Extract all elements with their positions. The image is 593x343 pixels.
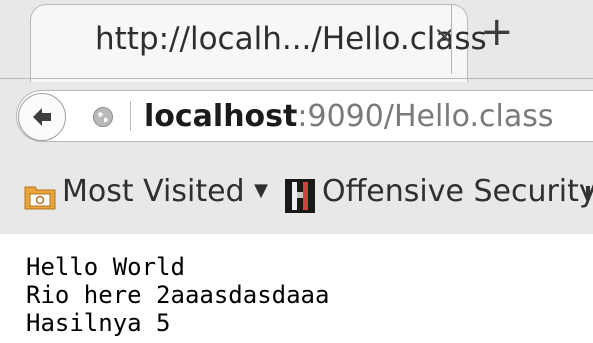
url-text[interactable]: localhost:9090/Hello.class — [144, 99, 553, 135]
tab-divider — [451, 4, 452, 74]
output-line: Hello World — [26, 253, 185, 281]
tab-active[interactable]: http://localh.../Hello.class × — [30, 4, 487, 82]
back-arrow-icon — [33, 108, 51, 126]
bookmark-offensive-security[interactable]: Offensive Security — [322, 174, 593, 210]
tab-title: http://localh.../Hello.class — [95, 21, 487, 57]
url-path: :9090/Hello.class — [297, 99, 554, 134]
url-host: localhost — [144, 99, 298, 134]
folder-icon — [24, 186, 56, 210]
close-tab-icon[interactable]: × — [433, 23, 456, 50]
bookmark-most-visited[interactable]: Most Visited ▼ — [62, 174, 268, 214]
chevron-down-icon: ▼ — [254, 180, 268, 201]
offsec-logo-icon — [285, 179, 315, 213]
bookmarks-overflow-icon[interactable] — [586, 186, 590, 200]
tabstrip-border — [0, 78, 593, 79]
bookmark-offensive-security-label: Offensive Security — [322, 174, 593, 209]
back-button[interactable] — [18, 93, 66, 141]
bookmark-most-visited-label: Most Visited — [62, 174, 245, 209]
url-separator — [130, 101, 131, 131]
globe-icon[interactable] — [92, 106, 114, 128]
page-content: Hello World Rio here 2aaasdasdaaa Hasiln… — [0, 234, 593, 343]
new-tab-icon[interactable]: + — [480, 12, 514, 52]
output-line: Rio here 2aaasdasdaaa — [26, 281, 330, 309]
output-line: Hasilnya 5 — [26, 309, 171, 337]
